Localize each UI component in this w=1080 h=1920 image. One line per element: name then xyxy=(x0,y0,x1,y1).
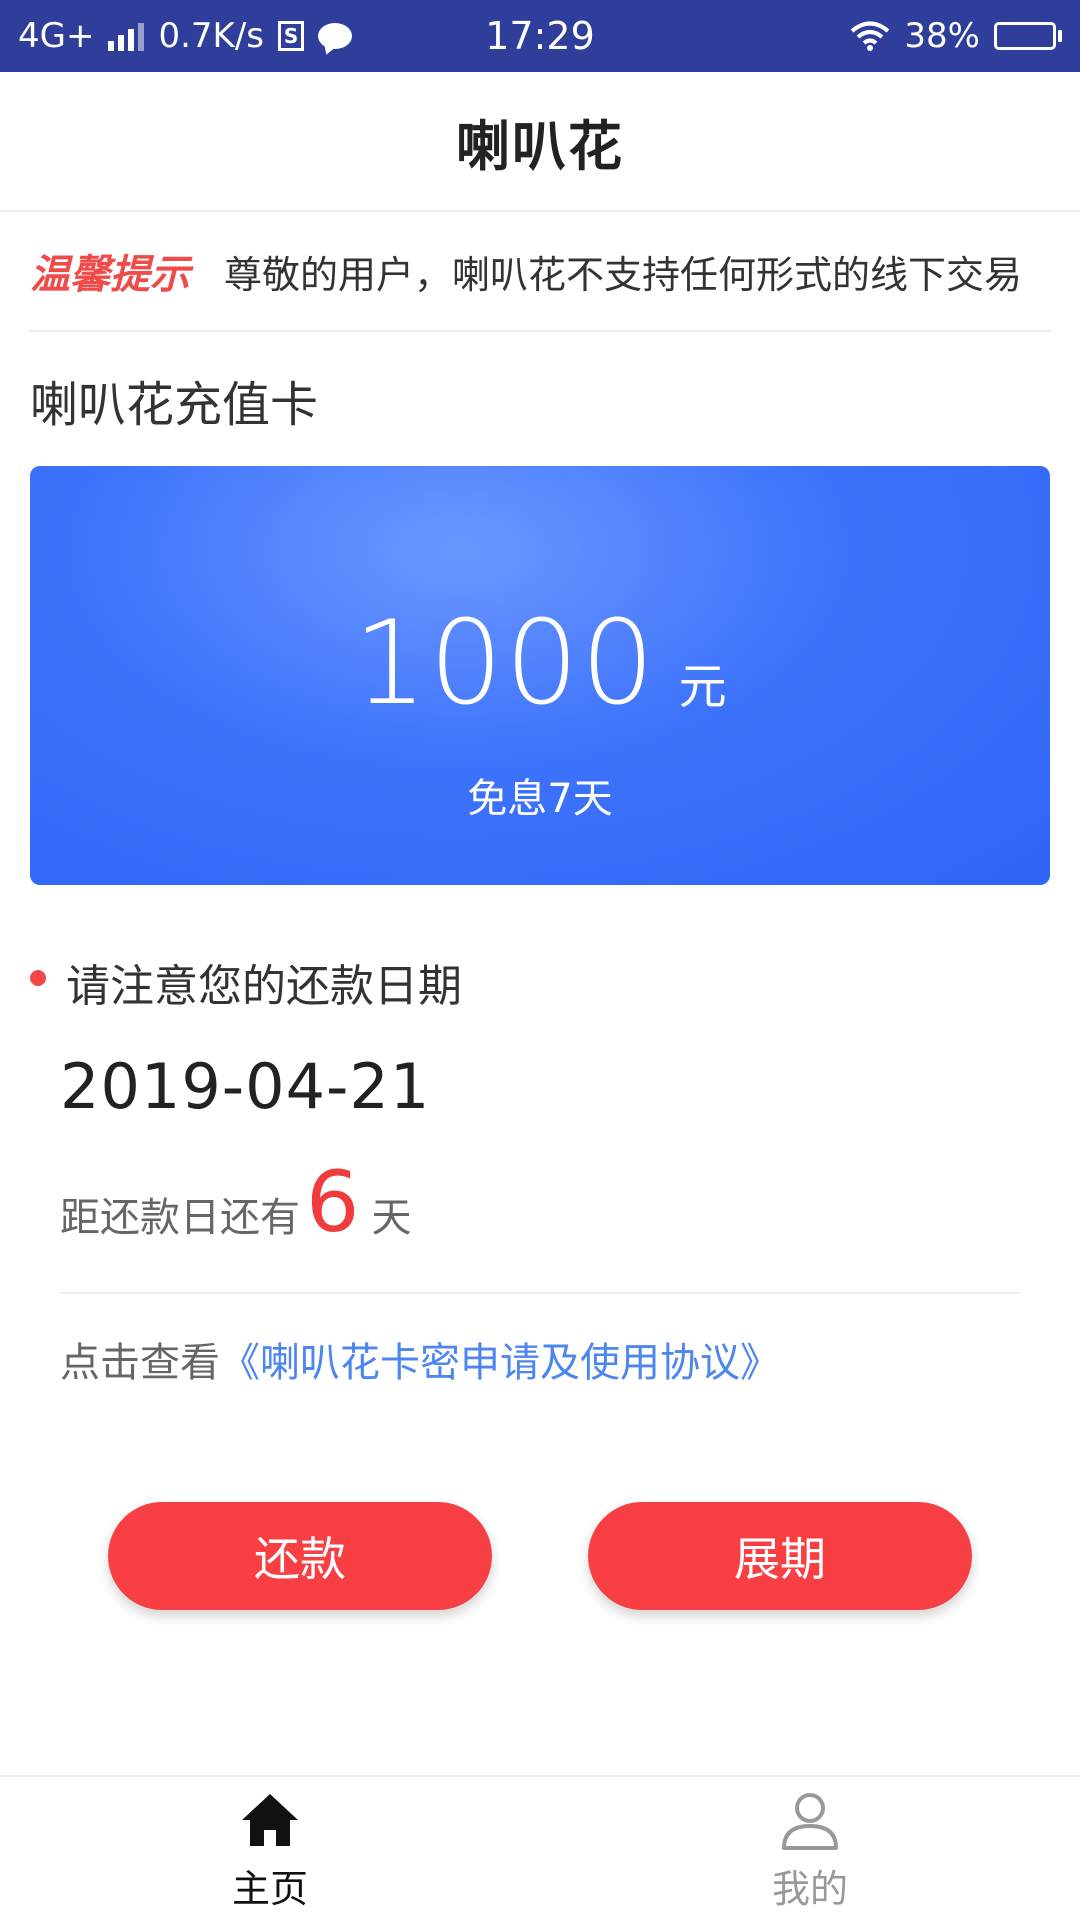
agreement-line: 点击查看《喇叭花卡密申请及使用协议》 xyxy=(60,1330,780,1388)
nav-home-label: 主页 xyxy=(231,1867,308,1911)
nav-home[interactable]: 主页 xyxy=(0,1777,540,1920)
battery-percent: 38% xyxy=(904,16,980,56)
status-right: 38% xyxy=(850,16,1062,56)
countdown: 距还款日还有 6 天 xyxy=(60,1160,411,1244)
sim-icon: S xyxy=(278,21,305,51)
agreement-link[interactable]: 《喇叭花卡密申请及使用协议》 xyxy=(220,1340,780,1386)
status-left: 4G+ 0.7K/s S xyxy=(18,16,353,56)
notice-banner[interactable]: 温馨提示 尊敬的用户，喇叭花不支持任何形式的线下交易 xyxy=(30,212,1050,332)
nav-mine[interactable]: 我的 xyxy=(540,1777,1080,1920)
due-date: 2019-04-21 xyxy=(60,1050,431,1123)
agreement-prefix: 点击查看 xyxy=(60,1340,220,1386)
wifi-icon xyxy=(851,21,890,51)
home-icon xyxy=(242,1794,298,1846)
notice-tag: 温馨提示 xyxy=(30,252,190,298)
extend-button[interactable]: 展期 xyxy=(588,1502,972,1610)
card-section-title: 喇叭花充值卡 xyxy=(30,377,319,433)
countdown-suffix: 天 xyxy=(371,1195,412,1241)
user-icon xyxy=(782,1793,838,1850)
status-bar: 4G+ 0.7K/s S 17:29 38% xyxy=(0,0,1080,72)
countdown-days: 6 xyxy=(306,1153,360,1251)
signal-icon xyxy=(108,21,145,51)
reminder-title: 请注意您的还款日期 xyxy=(66,961,462,1012)
network-speed: 0.7K/s xyxy=(158,16,265,56)
reminder-dot xyxy=(30,970,46,986)
network-type: 4G+ xyxy=(18,16,95,56)
divider xyxy=(60,1292,1020,1294)
card-amount-value: 1000 xyxy=(353,596,657,731)
battery-icon xyxy=(994,22,1062,50)
repay-button[interactable]: 还款 xyxy=(108,1502,492,1610)
page-title: 喇叭花 xyxy=(456,114,624,178)
countdown-prefix: 距还款日还有 xyxy=(60,1195,300,1241)
nav-mine-label: 我的 xyxy=(771,1867,848,1911)
card-amount: 1000 元 xyxy=(30,596,1050,731)
title-bar: 喇叭花 xyxy=(0,72,1080,212)
message-icon xyxy=(318,23,353,49)
recharge-card[interactable]: 1000 元 免息7天 xyxy=(30,466,1050,885)
card-amount-unit: 元 xyxy=(678,659,727,715)
notice-text: 尊敬的用户，喇叭花不支持任何形式的线下交易 xyxy=(224,252,1023,297)
bottom-nav: 主页 我的 xyxy=(0,1775,1080,1920)
card-subtitle: 免息7天 xyxy=(467,776,613,822)
